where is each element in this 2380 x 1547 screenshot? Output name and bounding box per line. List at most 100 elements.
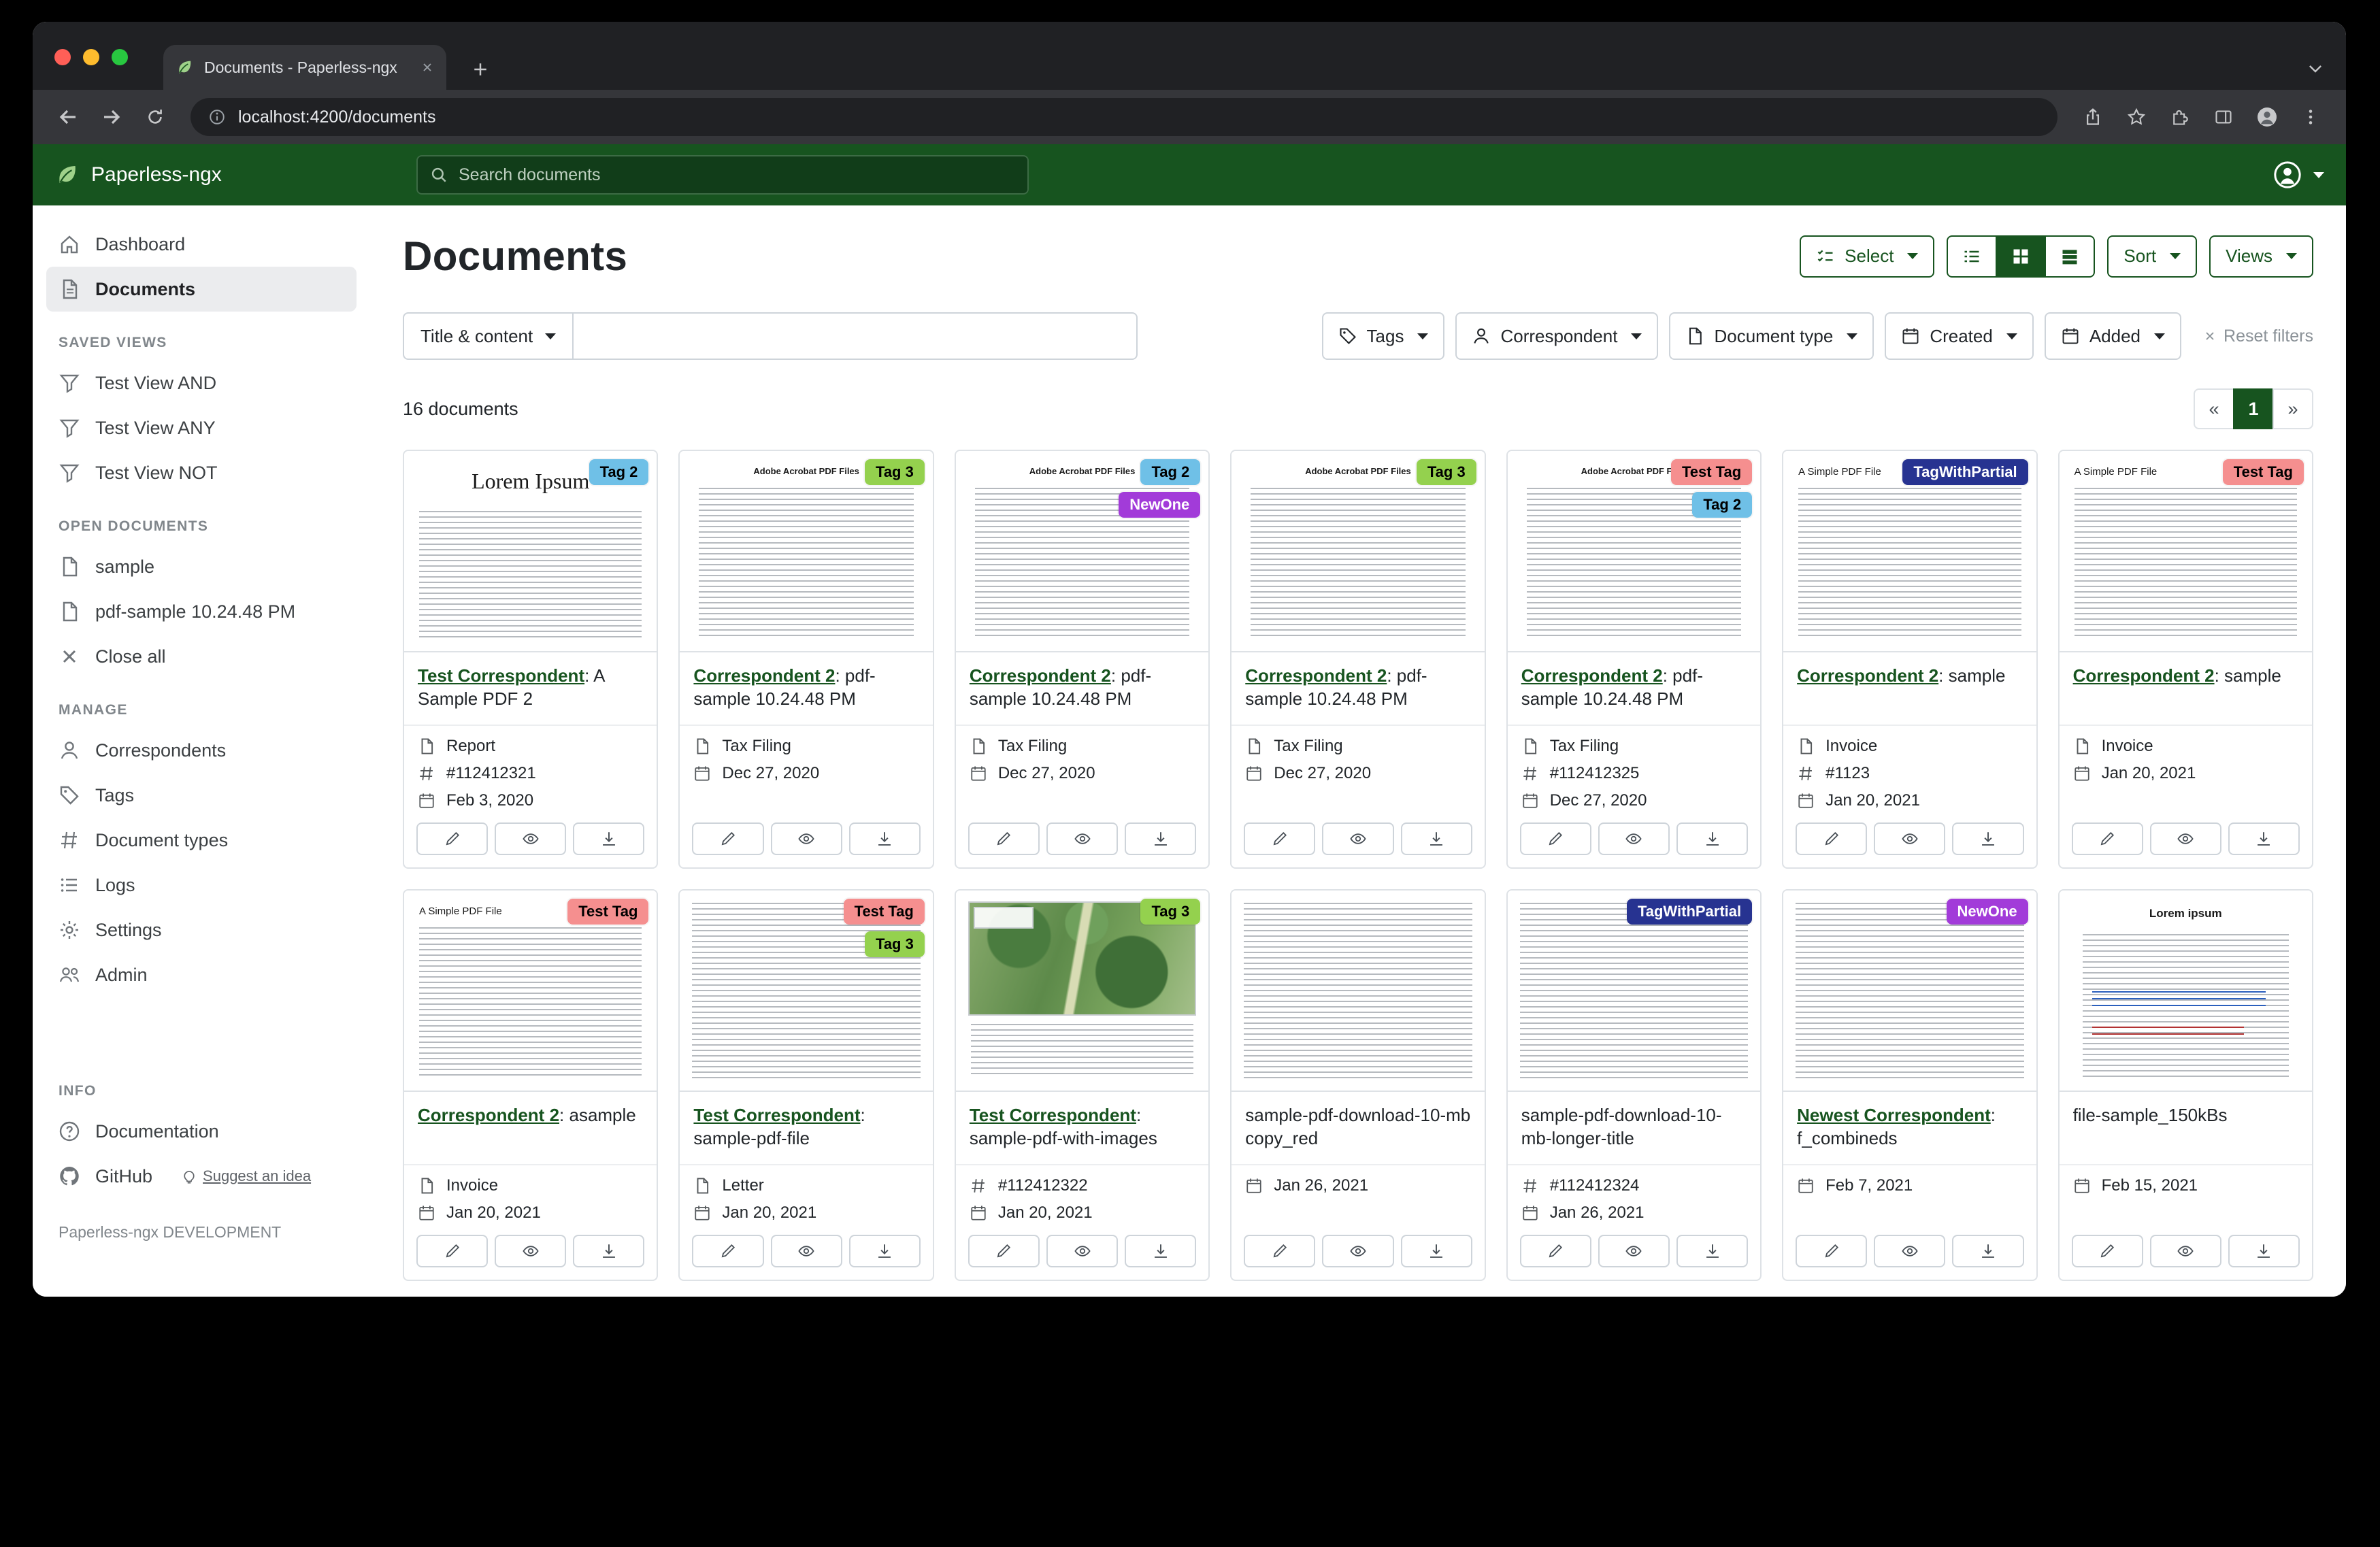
filter-added-button[interactable]: Added xyxy=(2045,312,2181,360)
document-thumbnail[interactable]: Adobe Acrobat PDF FilesTest TagTag 2 xyxy=(1508,451,1760,652)
download-button[interactable] xyxy=(573,1235,644,1267)
view-button[interactable] xyxy=(771,1235,842,1267)
sidebar-item-tags[interactable]: Tags xyxy=(33,773,370,818)
download-button[interactable] xyxy=(1125,1235,1196,1267)
correspondent-link[interactable]: Newest Correspondent xyxy=(1797,1105,1991,1125)
filter-created-button[interactable]: Created xyxy=(1885,312,2034,360)
document-thumbnail[interactable]: NewOne xyxy=(1783,891,2036,1092)
edit-button[interactable] xyxy=(968,822,1040,855)
tag-badge-tag-3[interactable]: Tag 3 xyxy=(1417,459,1476,485)
sidebar-item-logs[interactable]: Logs xyxy=(33,863,370,908)
correspondent-link[interactable]: Correspondent 2 xyxy=(2073,665,2215,686)
grid-view-button[interactable] xyxy=(1996,235,2046,278)
sort-button[interactable]: Sort xyxy=(2107,235,2197,278)
edit-button[interactable] xyxy=(1796,1235,1867,1267)
sidebar-item-test-view-any[interactable]: Test View ANY xyxy=(33,405,370,450)
document-card[interactable]: A Simple PDF FileTest Tag Correspondent 2… xyxy=(2058,450,2313,869)
sidebar-item-test-view-and[interactable]: Test View AND xyxy=(33,361,370,405)
browser-tab[interactable]: Documents - Paperless-ngx xyxy=(163,45,446,90)
search-input[interactable] xyxy=(459,165,1015,185)
document-card[interactable]: Adobe Acrobat PDF FilesTag 3 Corresponden… xyxy=(678,450,933,869)
download-button[interactable] xyxy=(849,1235,921,1267)
document-card[interactable]: sample-pdf-download-10-mb copy_redJan 26… xyxy=(1230,889,1485,1281)
document-card[interactable]: Adobe Acrobat PDF FilesTest TagTag 2Corr… xyxy=(1506,450,1762,869)
document-thumbnail[interactable]: Lorem IpsumTag 2 xyxy=(404,451,657,652)
view-button[interactable] xyxy=(1046,822,1118,855)
edit-button[interactable] xyxy=(2072,822,2143,855)
tab-search-chevron-icon[interactable] xyxy=(2307,60,2324,78)
document-card[interactable]: Lorem ipsumfile-sample_150kBsFeb 15, 202… xyxy=(2058,889,2313,1281)
pagination-page-1-button[interactable]: 1 xyxy=(2233,388,2274,429)
filter-tags-button[interactable]: Tags xyxy=(1322,312,1445,360)
edit-button[interactable] xyxy=(1520,822,1591,855)
extensions-button[interactable] xyxy=(2161,98,2199,136)
reload-button[interactable] xyxy=(136,98,174,136)
tag-badge-tag-3[interactable]: Tag 3 xyxy=(865,931,925,957)
detail-view-button[interactable] xyxy=(2045,235,2095,278)
sidebar-item-sample[interactable]: sample xyxy=(33,544,370,589)
tag-badge-tag-3[interactable]: Tag 3 xyxy=(1140,899,1200,925)
view-button[interactable] xyxy=(1046,1235,1118,1267)
sidebar-item-dashboard[interactable]: Dashboard xyxy=(33,222,370,267)
tag-badge-tagwithpartial[interactable]: TagWithPartial xyxy=(1902,459,2028,485)
document-card[interactable]: TagWithPartialsample-pdf-download-10-mb-… xyxy=(1506,889,1762,1281)
sidebar-item-documents[interactable]: Documents xyxy=(46,267,357,312)
new-tab-button[interactable] xyxy=(471,60,490,79)
document-thumbnail[interactable]: Tag 3 xyxy=(956,891,1208,1092)
tag-badge-tagwithpartial[interactable]: TagWithPartial xyxy=(1627,899,1752,925)
bookmark-button[interactable] xyxy=(2117,98,2155,136)
document-card[interactable]: NewOneNewest Correspondent: f_combinedsF… xyxy=(1782,889,2037,1281)
tag-badge-tag-2[interactable]: Tag 2 xyxy=(1692,492,1752,518)
sidebar-item-correspondents[interactable]: Correspondents xyxy=(33,728,370,773)
user-menu[interactable] xyxy=(2272,160,2324,190)
view-button[interactable] xyxy=(495,822,566,855)
back-button[interactable] xyxy=(49,98,87,136)
sidebar-item-documentation[interactable]: Documentation xyxy=(33,1109,370,1154)
edit-button[interactable] xyxy=(1796,822,1867,855)
view-button[interactable] xyxy=(771,822,842,855)
download-button[interactable] xyxy=(849,822,921,855)
document-thumbnail[interactable]: Adobe Acrobat PDF FilesTag 3 xyxy=(680,451,932,652)
sidebar-item-close-all[interactable]: Close all xyxy=(33,634,370,679)
site-info-icon[interactable] xyxy=(208,108,226,126)
document-thumbnail[interactable]: A Simple PDF FileTagWithPartial xyxy=(1783,451,2036,652)
tag-badge-tag-3[interactable]: Tag 3 xyxy=(865,459,925,485)
sidebar-item-github[interactable]: GitHubSuggest an idea xyxy=(33,1154,370,1199)
correspondent-link[interactable]: Correspondent 2 xyxy=(693,665,835,686)
view-button[interactable] xyxy=(1874,822,1945,855)
correspondent-link[interactable]: Test Correspondent xyxy=(693,1105,860,1125)
sidebar-item-admin[interactable]: Admin xyxy=(33,952,370,997)
view-button[interactable] xyxy=(495,1235,566,1267)
document-card[interactable]: Lorem IpsumTag 2Test Correspondent: A Sa… xyxy=(403,450,658,869)
document-card[interactable]: A Simple PDF FileTagWithPartial Correspon… xyxy=(1782,450,2037,869)
maximize-window-button[interactable] xyxy=(112,49,128,65)
tag-badge-test-tag[interactable]: Test Tag xyxy=(844,899,925,925)
correspondent-link[interactable]: Correspondent 2 xyxy=(1245,665,1387,686)
forward-button[interactable] xyxy=(93,98,131,136)
filter-document-type-button[interactable]: Document type xyxy=(1669,312,1874,360)
pagination-next-button[interactable]: » xyxy=(2272,388,2313,429)
edit-button[interactable] xyxy=(968,1235,1040,1267)
document-thumbnail[interactable]: Adobe Acrobat PDF FilesTag 2NewOne xyxy=(956,451,1208,652)
correspondent-link[interactable]: Test Correspondent xyxy=(418,665,584,686)
edit-button[interactable] xyxy=(692,822,763,855)
document-card[interactable]: Test TagTag 3Test Correspondent: sample-… xyxy=(678,889,933,1281)
download-button[interactable] xyxy=(1125,822,1196,855)
pagination-prev-button[interactable]: « xyxy=(2194,388,2234,429)
close-window-button[interactable] xyxy=(54,49,71,65)
document-thumbnail[interactable]: Lorem ipsum xyxy=(2060,891,2312,1092)
tag-badge-test-tag[interactable]: Test Tag xyxy=(1671,459,1752,485)
download-button[interactable] xyxy=(1401,1235,1472,1267)
edit-button[interactable] xyxy=(416,1235,488,1267)
download-button[interactable] xyxy=(1676,822,1748,855)
correspondent-link[interactable]: Correspondent 2 xyxy=(1797,665,1938,686)
document-card[interactable]: A Simple PDF FileTest TagCorrespondent 2… xyxy=(403,889,658,1281)
download-button[interactable] xyxy=(1676,1235,1748,1267)
document-thumbnail[interactable]: TagWithPartial xyxy=(1508,891,1760,1092)
document-thumbnail[interactable]: A Simple PDF FileTest Tag xyxy=(2060,451,2312,652)
view-button[interactable] xyxy=(1874,1235,1945,1267)
edit-button[interactable] xyxy=(1244,822,1315,855)
sidebar-item-test-view-not[interactable]: Test View NOT xyxy=(33,450,370,495)
download-button[interactable] xyxy=(2228,822,2300,855)
download-button[interactable] xyxy=(1401,822,1472,855)
